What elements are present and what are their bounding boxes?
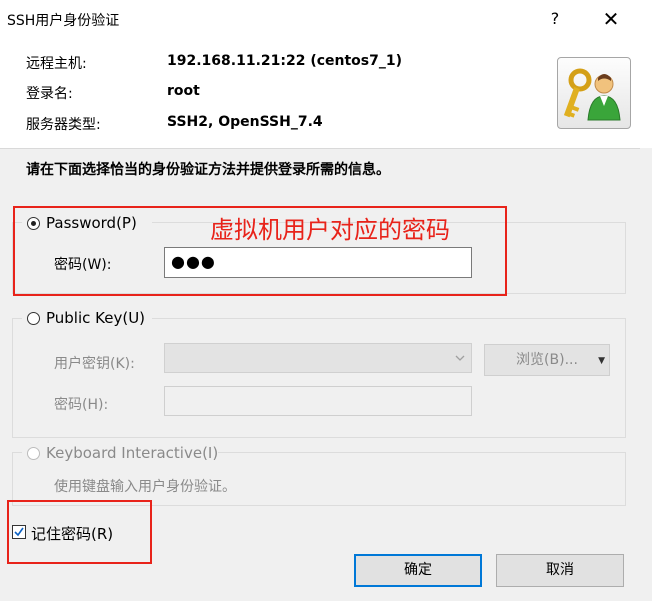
keys-user-icon: [557, 57, 631, 129]
close-button[interactable]: ✕: [598, 6, 624, 32]
server-type-label: 服务器类型:: [26, 117, 101, 133]
keyboard-interactive-radio[interactable]: [27, 447, 40, 460]
keyboard-interactive-description: 使用键盘输入用户身份验证。: [54, 479, 236, 495]
user-key-label: 用户密钥(K):: [54, 356, 135, 372]
window-title: SSH用户身份验证: [7, 13, 120, 29]
browse-button[interactable]: 浏览(B)... ▼: [484, 344, 610, 376]
public-key-radio[interactable]: [27, 312, 40, 325]
server-type-value: SSH2, OpenSSH_7.4: [167, 114, 323, 130]
user-value: root: [167, 83, 200, 99]
instruction-text: 请在下面选择恰当的身份验证方法并提供登录所需的信息。: [26, 162, 390, 178]
keyboard-interactive-label[interactable]: Keyboard Interactive(I): [46, 444, 218, 462]
passphrase-label: 密码(H):: [54, 397, 109, 413]
host-label: 远程主机:: [26, 56, 87, 72]
browse-button-label: 浏览(B)...: [516, 352, 578, 368]
dropdown-arrow-icon: ▼: [598, 356, 605, 366]
header-divider: [0, 148, 640, 149]
annotation-text: 虚拟机用户对应的密码: [210, 216, 450, 244]
passphrase-input[interactable]: [164, 386, 472, 416]
chevron-down-icon: [455, 355, 465, 361]
user-key-select[interactable]: [164, 343, 472, 373]
user-label: 登录名:: [26, 86, 73, 102]
help-button[interactable]: ?: [542, 6, 568, 32]
host-value: 192.168.11.21:22 (centos7_1): [167, 53, 403, 69]
annotation-box-remember: [7, 500, 152, 564]
ok-button[interactable]: 确定: [354, 554, 482, 587]
cancel-button[interactable]: 取消: [496, 554, 624, 587]
public-key-group: [12, 318, 626, 438]
public-key-option-label[interactable]: Public Key(U): [46, 309, 145, 327]
